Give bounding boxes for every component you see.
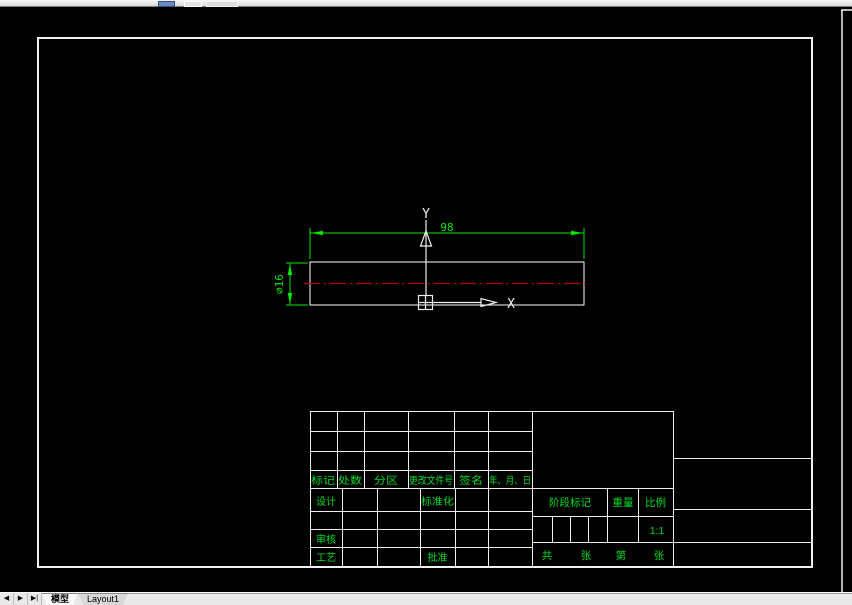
weight-label: 重量 [613, 496, 634, 509]
cad-window: 98 ∅16 Y X 标记 处数 分区 更改文件号 签名 年、月、日 设计 标准… [0, 0, 852, 605]
tab-nav-prev-icon[interactable]: ◀ [0, 593, 14, 605]
sheet-total-unit: 张 [581, 550, 592, 562]
scale-label: 比例 [645, 496, 666, 509]
revision-header-count: 处数 [338, 474, 362, 487]
title-block-grid [310, 411, 812, 567]
tab-layout1[interactable]: Layout1 [78, 593, 128, 605]
ucs-x-axis-label: X [507, 297, 515, 312]
model-space-canvas[interactable]: 98 ∅16 Y X 标记 处数 分区 更改文件号 签名 年、月、日 设计 标准… [0, 0, 852, 605]
ucs-y-axis-label: Y [422, 207, 430, 222]
layout-tab-bar: ◀ ▶ ▶| 模型 Layout1 [0, 592, 852, 605]
sheet-no-prefix: 第 [616, 549, 627, 562]
tab-nav-last-icon[interactable]: ▶| [28, 593, 42, 605]
revision-header-signature: 签名 [459, 474, 483, 487]
sheet-total-prefix: 共 [542, 550, 553, 562]
design-label: 设计 [316, 495, 336, 508]
revision-header-date: 年、月、日 [489, 474, 531, 487]
check-label: 审核 [316, 533, 336, 546]
revision-header-docno: 更改文件号 [409, 474, 453, 487]
stage-mark-label: 阶段标记 [549, 496, 591, 509]
approve-label: 批准 [428, 551, 448, 564]
revision-header-mark: 标记 [311, 475, 335, 487]
process-label: 工艺 [316, 552, 336, 564]
tab-nav-next-icon[interactable]: ▶ [14, 593, 28, 605]
dimension-98-text: 98 [440, 221, 453, 234]
revision-header-zone: 分区 [374, 475, 398, 487]
sheet-no-unit: 张 [654, 550, 665, 562]
dimension-dia16-text: ∅16 [273, 274, 286, 294]
tab-model[interactable]: 模型 [42, 593, 78, 605]
scale-value: 1:1 [650, 525, 665, 537]
standardization-label: 标准化 [421, 495, 454, 508]
